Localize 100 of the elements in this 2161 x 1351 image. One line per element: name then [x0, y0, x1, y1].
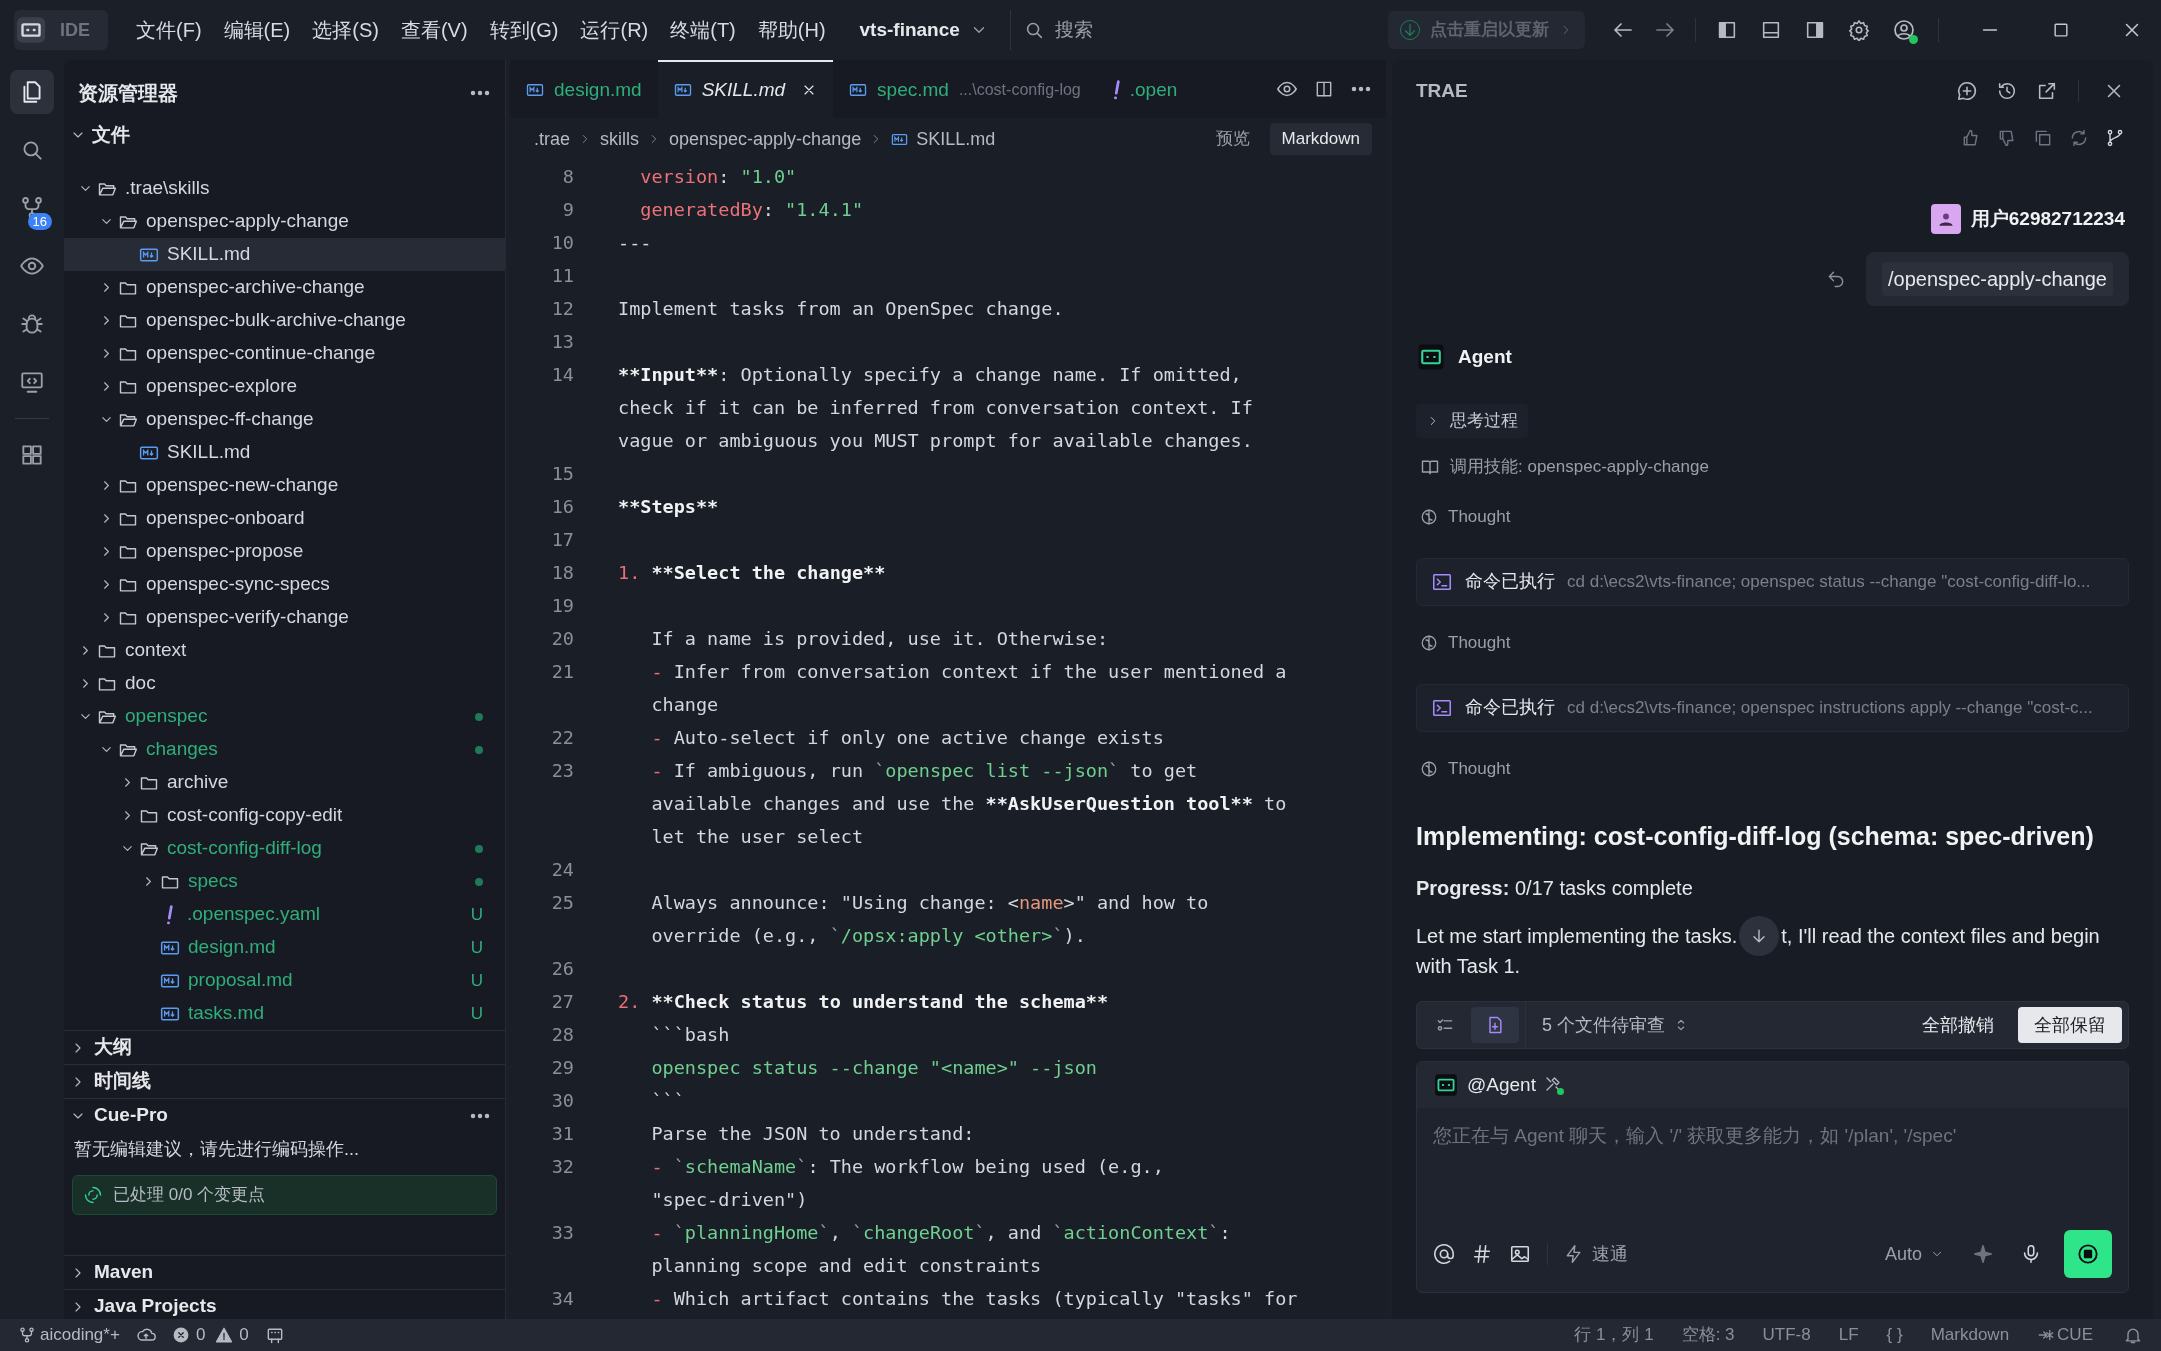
chat-input[interactable]: @Agent 您正在与 Agent 聊天，输入 '/' 获取更多能力，如 '/plan', '/spec' 速通 Auto	[1416, 1061, 2129, 1293]
menu-item[interactable]: 文件(F)	[126, 9, 212, 51]
status-item[interactable]: LF	[1832, 1322, 1865, 1348]
file-view-button[interactable]	[1471, 1007, 1519, 1043]
breadcrumb-item[interactable]: SKILL.md	[916, 125, 996, 153]
tree-item[interactable]: openspec-sync-specs	[64, 568, 505, 601]
editor-tab[interactable]: spec.md ...\cost-config-log	[833, 60, 1097, 118]
history-icon[interactable]	[1996, 80, 2018, 102]
branch-status[interactable]: aicoding*+	[18, 1322, 120, 1348]
more-icon	[469, 1112, 491, 1119]
status-item[interactable]: 行 1，列 1	[1568, 1322, 1660, 1348]
tree-item[interactable]: openspec-archive-change	[64, 271, 505, 304]
menu-item[interactable]: 选择(S)	[302, 9, 389, 51]
tree-item[interactable]: cost-config-diff-log	[64, 832, 505, 865]
hash-icon[interactable]	[1471, 1243, 1493, 1265]
editor-tab[interactable]: .open	[1096, 60, 1194, 118]
status-item[interactable]: { }	[1880, 1322, 1909, 1348]
activity-bar-item[interactable]	[10, 70, 54, 114]
tree-item[interactable]: context	[64, 634, 505, 667]
sparkle-icon[interactable]	[1972, 1243, 1994, 1265]
tree-item[interactable]: tasks.md U	[64, 997, 505, 1030]
activity-bar-item[interactable]: 16	[10, 186, 54, 230]
status-item[interactable]: CUE	[2031, 1322, 2099, 1348]
message-input[interactable]: 您正在与 Agent 聊天，输入 '/' 获取更多能力，如 '/plan', '/spec'	[1433, 1122, 2112, 1151]
agent-name: Agent	[1458, 344, 1512, 369]
status-item[interactable]: Markdown	[1924, 1322, 2016, 1348]
view-mode-toggle[interactable]: 预览	[1203, 123, 1262, 155]
refresh-icon[interactable]	[2069, 128, 2089, 148]
tree-item[interactable]: openspec	[64, 700, 505, 733]
menu-item[interactable]: 编辑(E)	[213, 9, 301, 51]
left-panel-icon[interactable]	[1716, 19, 1738, 41]
tree-item[interactable]: design.md U	[64, 931, 505, 964]
tree-item[interactable]: openspec-verify-change	[64, 601, 505, 634]
menu-item[interactable]: 转到(G)	[479, 9, 569, 51]
section-header[interactable]: 大纲	[64, 1030, 505, 1064]
tree-item[interactable]: .openspec.yaml U	[64, 898, 505, 931]
more-icon[interactable]	[1350, 86, 1372, 92]
bottom-panel-icon[interactable]	[1760, 19, 1782, 41]
tree-item[interactable]: openspec-new-change	[64, 469, 505, 502]
thinking-toggle[interactable]: 思考过程	[1416, 404, 1528, 438]
status-item[interactable]: 空格: 3	[1675, 1322, 1741, 1348]
open-external-icon[interactable]	[2036, 80, 2058, 102]
tree-item[interactable]: changes	[64, 733, 505, 766]
section-header[interactable]: 文件	[64, 120, 505, 150]
tree-item[interactable]: openspec-explore	[64, 370, 505, 403]
menu-item[interactable]: 帮助(H)	[747, 9, 836, 51]
branch-icon[interactable]	[2105, 128, 2125, 148]
tree-item[interactable]: openspec-apply-change	[64, 205, 505, 238]
problems-status[interactable]: 0 0	[171, 1322, 249, 1348]
breadcrumb-item[interactable]: .trae	[534, 125, 571, 153]
thumbs-down-icon[interactable]	[1997, 128, 2017, 148]
copy-icon[interactable]	[2033, 128, 2053, 148]
menu-item[interactable]: 查看(V)	[390, 9, 478, 51]
status-item[interactable]: UTF-8	[1756, 1322, 1817, 1348]
warning-icon	[215, 1326, 234, 1344]
tree-item[interactable]: openspec-bulk-archive-change	[64, 304, 505, 337]
split-editor-icon[interactable]	[1314, 79, 1334, 99]
model-selector[interactable]: Auto	[1884, 1240, 1944, 1268]
tree-item[interactable]: specs	[64, 865, 505, 898]
section-header[interactable]: 时间线	[64, 1064, 505, 1098]
tree-item[interactable]: SKILL.md	[64, 436, 505, 469]
tree-item[interactable]: archive	[64, 766, 505, 799]
tree-item[interactable]: doc	[64, 667, 505, 700]
menu-item[interactable]: 运行(R)	[570, 9, 659, 51]
agent-mention[interactable]: @Agent	[1467, 1070, 1536, 1100]
mode-button[interactable]: 速通	[1564, 1240, 1628, 1268]
stop-button[interactable]	[2064, 1230, 2112, 1278]
command-card[interactable]: 命令已执行 cd d:\ecs2\vts-finance; openspec instructions apply --change "cost-c...	[1416, 683, 2129, 732]
settings-icon[interactable]	[1848, 19, 1870, 41]
tree-item[interactable]: .trae\skills	[64, 172, 505, 205]
editor-tab[interactable]: SKILL.md	[657, 60, 834, 118]
discard-all-button[interactable]: 全部撤销	[1908, 1007, 2008, 1043]
project-selector[interactable]: vts-finance	[849, 12, 998, 48]
account-button[interactable]	[1892, 18, 1916, 42]
breadcrumb-item[interactable]: skills	[600, 125, 640, 153]
tree-item[interactable]: openspec-ff-change	[64, 403, 505, 436]
section-header[interactable]: Cue-Pro	[64, 1098, 505, 1132]
tree-item[interactable]: openspec-continue-change	[64, 337, 505, 370]
keep-all-button[interactable]: 全部保留	[2018, 1007, 2122, 1043]
scroll-down-button[interactable]	[1739, 916, 1780, 956]
right-panel-icon[interactable]	[1804, 19, 1826, 41]
tree-item[interactable]: cost-config-copy-edit	[64, 799, 505, 832]
breadcrumb-item[interactable]: openspec-apply-change	[669, 125, 862, 153]
menu-item[interactable]: 终端(T)	[660, 9, 746, 51]
tree-item[interactable]: openspec-onboard	[64, 502, 505, 535]
more-icon[interactable]	[469, 90, 491, 96]
new-chat-icon[interactable]	[1956, 80, 1978, 102]
tree-item[interactable]: proposal.md U	[64, 964, 505, 997]
section-header[interactable]: Maven	[64, 1255, 505, 1289]
editor-tab[interactable]: design.md	[510, 60, 658, 118]
mention-icon[interactable]	[1433, 1243, 1455, 1265]
image-icon[interactable]	[1509, 1243, 1531, 1265]
maximize-icon[interactable]	[2051, 20, 2071, 40]
review-count-dropdown[interactable]: 5 个文件待审查	[1542, 1011, 1689, 1039]
view-mode-toggle[interactable]: Markdown	[1269, 123, 1372, 155]
thumbs-up-icon[interactable]	[1961, 128, 1981, 148]
command-card[interactable]: 命令已执行 cd d:\ecs2\vts-finance; openspec status --change "cost-config-diff-lo...	[1416, 557, 2129, 606]
search-box[interactable]: 搜索	[1009, 10, 1370, 50]
tree-item[interactable]: SKILL.md	[64, 238, 505, 271]
tree-item[interactable]: openspec-propose	[64, 535, 505, 568]
